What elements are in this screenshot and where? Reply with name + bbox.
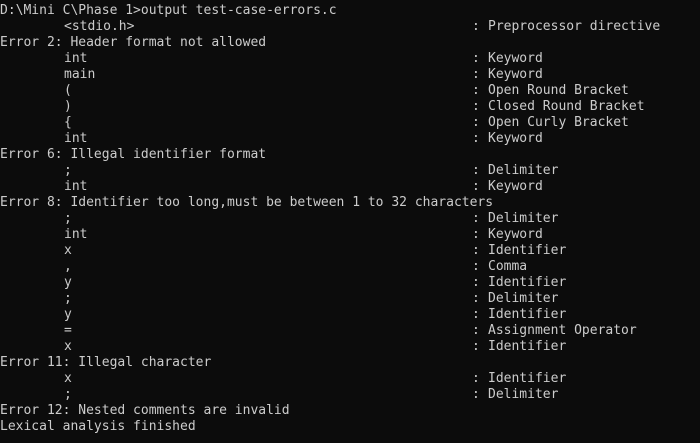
separator: :: [472, 275, 480, 290]
error-message: Error 6: Illegal identifier format: [0, 147, 267, 162]
lexeme: ,: [64, 259, 72, 274]
error-line: Error 6: Illegal identifier format: [0, 147, 700, 163]
command-prompt-line: D:\Mini C\Phase 1>output test-case-error…: [0, 3, 700, 19]
token-row: ;: Delimiter: [0, 387, 700, 403]
token-row: {: Open Curly Bracket: [0, 115, 700, 131]
error-message: Error 12: Nested comments are invalid: [0, 403, 290, 418]
error-message: Error 11: Illegal character: [0, 355, 212, 370]
lexeme: {: [64, 115, 72, 130]
token-type: Identifier: [488, 243, 567, 258]
separator: :: [472, 163, 480, 178]
token-type: Delimiter: [488, 163, 559, 178]
separator: :: [472, 99, 480, 114]
token-row: <stdio.h>: Preprocessor directive: [0, 19, 700, 35]
output-lines: <stdio.h>: Preprocessor directive Error 2:…: [0, 19, 700, 435]
token-type: Identifier: [488, 339, 567, 354]
lexeme: x: [64, 339, 72, 354]
error-line: Error 2: Header format not allowed: [0, 35, 700, 51]
lexeme: y: [64, 275, 72, 290]
status-message: Lexical analysis finished: [0, 419, 196, 434]
token-type: Delimiter: [488, 291, 559, 306]
token-type: Assignment Operator: [488, 323, 637, 338]
token-row: ,: Comma: [0, 259, 700, 275]
status-line: Lexical analysis finished: [0, 419, 700, 435]
lexeme: int: [64, 179, 88, 194]
terminal-output[interactable]: D:\Mini C\Phase 1>output test-case-error…: [0, 0, 700, 443]
separator: :: [472, 339, 480, 354]
token-row: ;: Delimiter: [0, 163, 700, 179]
lexeme: ;: [64, 387, 72, 402]
token-type: Identifier: [488, 275, 567, 290]
token-row: x: Identifier: [0, 339, 700, 355]
token-row: ): Closed Round Bracket: [0, 99, 700, 115]
token-type: Keyword: [488, 67, 543, 82]
token-type: Open Curly Bracket: [488, 115, 629, 130]
separator: :: [472, 227, 480, 242]
token-type: Preprocessor directive: [488, 19, 661, 34]
token-type: Closed Round Bracket: [488, 99, 645, 114]
lexeme: =: [64, 323, 72, 338]
error-line: Error 8: Identifier too long,must be bet…: [0, 195, 700, 211]
separator: :: [472, 371, 480, 386]
token-row: y: Identifier: [0, 275, 700, 291]
token-type: Identifier: [488, 371, 567, 386]
separator: :: [472, 243, 480, 258]
lexeme: ;: [64, 163, 72, 178]
lexeme: int: [64, 131, 88, 146]
lexeme: y: [64, 307, 72, 322]
separator: :: [472, 83, 480, 98]
token-type: Keyword: [488, 227, 543, 242]
lexeme: ;: [64, 211, 72, 226]
lexeme: <stdio.h>: [64, 19, 135, 34]
token-type: Keyword: [488, 51, 543, 66]
token-type: Identifier: [488, 307, 567, 322]
separator: :: [472, 259, 480, 274]
lexeme: ): [64, 99, 72, 114]
separator: :: [472, 291, 480, 306]
command-prompt: D:\Mini C\Phase 1>output test-case-error…: [0, 3, 337, 18]
token-row: y: Identifier: [0, 307, 700, 323]
token-row: ;: Delimiter: [0, 211, 700, 227]
token-type: Delimiter: [488, 211, 559, 226]
separator: :: [472, 323, 480, 338]
token-type: Comma: [488, 259, 528, 274]
separator: :: [472, 211, 480, 226]
token-type: Keyword: [488, 179, 543, 194]
lexeme: int: [64, 51, 88, 66]
token-row: int: Keyword: [0, 227, 700, 243]
token-row: (: Open Round Bracket: [0, 83, 700, 99]
token-row: ;: Delimiter: [0, 291, 700, 307]
separator: :: [472, 19, 480, 34]
separator: :: [472, 51, 480, 66]
token-row: int: Keyword: [0, 179, 700, 195]
lexeme: int: [64, 227, 88, 242]
token-type: Keyword: [488, 131, 543, 146]
token-row: int: Keyword: [0, 51, 700, 67]
token-row: x: Identifier: [0, 371, 700, 387]
token-row: =: Assignment Operator: [0, 323, 700, 339]
token-row: main: Keyword: [0, 67, 700, 83]
lexeme: x: [64, 243, 72, 258]
separator: :: [472, 115, 480, 130]
separator: :: [472, 387, 480, 402]
lexeme: x: [64, 371, 72, 386]
separator: :: [472, 131, 480, 146]
token-row: int: Keyword: [0, 131, 700, 147]
error-message: Error 2: Header format not allowed: [0, 35, 267, 50]
separator: :: [472, 179, 480, 194]
separator: :: [472, 307, 480, 322]
lexeme: main: [64, 67, 96, 82]
error-line: Error 12: Nested comments are invalid: [0, 403, 700, 419]
error-message: Error 8: Identifier too long,must be bet…: [0, 195, 494, 210]
token-type: Delimiter: [488, 387, 559, 402]
token-type: Open Round Bracket: [488, 83, 629, 98]
separator: :: [472, 67, 480, 82]
lexeme: ;: [64, 291, 72, 306]
token-row: x: Identifier: [0, 243, 700, 259]
error-line: Error 11: Illegal character: [0, 355, 700, 371]
lexeme: (: [64, 83, 72, 98]
